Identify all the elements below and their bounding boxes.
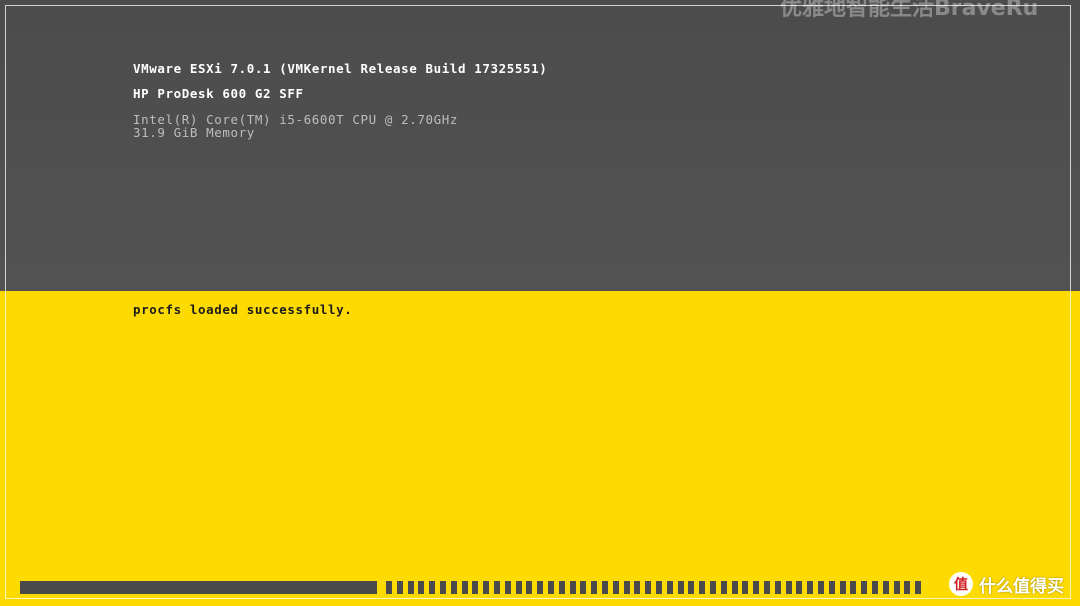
progress-segment: [666, 581, 673, 594]
system-info-panel: [0, 0, 1080, 291]
brand-logo-icon: 值: [949, 572, 973, 596]
progress-bar-fill: [20, 581, 377, 594]
progress-segment: [612, 581, 619, 594]
progress-segment: [407, 581, 414, 594]
progress-segment: [450, 581, 457, 594]
progress-segment: [677, 581, 684, 594]
brand-text: 什么值得买: [979, 576, 1064, 597]
host-model-line: HP ProDesk 600 G2 SFF: [133, 86, 304, 101]
progress-segment: [796, 581, 803, 594]
progress-segment: [893, 581, 900, 594]
progress-segment: [483, 581, 490, 594]
progress-segment: [548, 581, 554, 594]
progress-segment: [396, 581, 403, 594]
progress-segment: [872, 581, 878, 594]
progress-segment: [807, 581, 814, 594]
progress-segment: [580, 581, 587, 594]
progress-segment: [882, 581, 889, 594]
progress-segment: [623, 581, 630, 594]
progress-segment: [526, 581, 533, 594]
progress-segment: [828, 581, 835, 594]
boot-progress-bar: [20, 581, 930, 594]
watermark-text: 优雅地智能生活BraveRu: [780, 0, 1039, 21]
progress-segment: [742, 581, 749, 594]
progress-segment: [558, 581, 565, 594]
progress-segment: [418, 581, 425, 594]
progress-segment: [839, 581, 846, 594]
progress-segment: [440, 581, 446, 594]
memory-info-line: 31.9 GiB Memory: [133, 125, 255, 140]
progress-segment: [753, 581, 760, 594]
progress-segment: [904, 581, 911, 594]
progress-segment: [710, 581, 716, 594]
progress-segment: [731, 581, 738, 594]
progress-segment: [688, 581, 695, 594]
progress-segment: [537, 581, 544, 594]
progress-segment: [645, 581, 652, 594]
progress-segment: [515, 581, 522, 594]
site-brand: 值 什么值得买: [949, 571, 1064, 597]
boot-status-message: procfs loaded successfully.: [133, 302, 353, 317]
progress-segment: [494, 581, 500, 594]
progress-segment: [720, 581, 727, 594]
boot-status-panel: [0, 291, 1080, 606]
progress-segment: [699, 581, 706, 594]
progress-segment: [634, 581, 641, 594]
progress-segment: [602, 581, 608, 594]
progress-segment: [656, 581, 662, 594]
progress-segment: [591, 581, 598, 594]
progress-segment: [915, 581, 922, 594]
progress-segment: [504, 581, 511, 594]
progress-segment: [774, 581, 781, 594]
esxi-version-line: VMware ESXi 7.0.1 (VMKernel Release Buil…: [133, 61, 548, 76]
progress-segment: [764, 581, 770, 594]
progress-segment: [785, 581, 792, 594]
progress-segment: [569, 581, 576, 594]
progress-segment: [386, 581, 392, 594]
progress-segment: [850, 581, 857, 594]
progress-segment: [861, 581, 868, 594]
progress-segment: [472, 581, 479, 594]
progress-segment: [429, 581, 436, 594]
progress-segment: [461, 581, 468, 594]
progress-segment: [818, 581, 824, 594]
